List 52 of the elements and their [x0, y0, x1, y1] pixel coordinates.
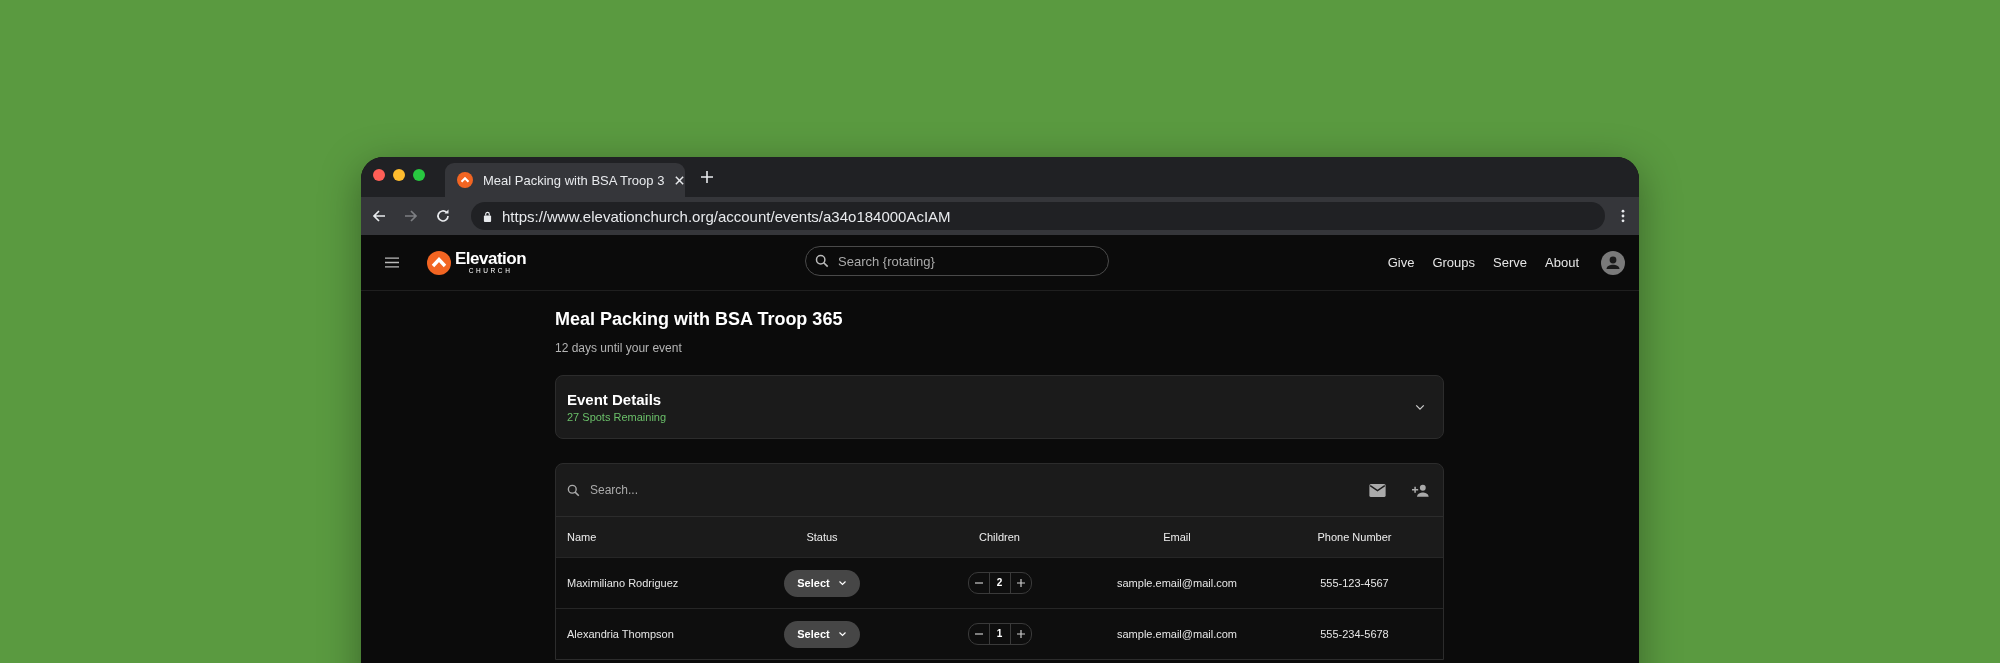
column-header: Phone Number — [1317, 531, 1392, 543]
new-tab-icon[interactable] — [700, 170, 714, 184]
menu-icon[interactable] — [385, 257, 399, 268]
children-count: 1 — [988, 624, 1011, 644]
event-countdown: 12 days until your event — [555, 341, 683, 355]
logo-icon[interactable] — [427, 250, 451, 275]
chevron-down-icon[interactable] — [1415, 403, 1425, 411]
attendee-name: Maximiliano Rodriguez — [566, 577, 679, 589]
phone-cell: 555-234-5678 — [1320, 628, 1389, 640]
tab-title: Meal Packing with BSA Troop 3 — [483, 172, 665, 188]
nav-link[interactable]: Serve — [1493, 255, 1527, 270]
search-icon — [815, 254, 829, 268]
attendee-name: Alexandria Thompson — [566, 628, 674, 640]
maximize-window-icon[interactable] — [413, 169, 425, 181]
column-header: Children — [979, 531, 1020, 543]
children-count: 2 — [988, 573, 1011, 593]
search-icon — [567, 483, 580, 497]
panel-title: Event Details — [567, 391, 663, 408]
forward-arrow-icon[interactable] — [403, 208, 419, 224]
event-details-panel[interactable]: Event Details 27 Spots Remaining — [555, 375, 1444, 439]
column-header: Status — [806, 531, 838, 543]
logo-name[interactable]: Elevation — [455, 250, 527, 268]
browser-tab[interactable]: Meal Packing with BSA Troop 3 — [445, 163, 685, 197]
minimize-window-icon[interactable] — [393, 169, 405, 181]
status-select[interactable]: Select — [784, 569, 860, 597]
address-bar[interactable]: https://www.elevationchurch.org/account/events/a34o184000AcIAM — [471, 202, 1605, 230]
email-cell: sample.email@mail.com — [1117, 628, 1237, 640]
table-search-field[interactable]: Search... — [588, 482, 1343, 498]
chevron-down-icon — [837, 631, 847, 637]
close-window-icon[interactable] — [373, 169, 385, 181]
add-person-icon[interactable] — [1412, 483, 1429, 497]
chevron-down-icon — [837, 580, 847, 586]
more-menu-icon[interactable] — [1621, 209, 1625, 223]
nav-link[interactable]: Give — [1387, 255, 1415, 270]
lock-icon — [483, 210, 492, 222]
spots-remaining: 27 Spots Remaining — [567, 411, 667, 423]
nav-link[interactable]: About — [1545, 255, 1579, 270]
column-header: Email — [1163, 531, 1191, 543]
back-arrow-icon[interactable] — [371, 208, 387, 224]
event-title: Meal Packing with BSA Troop 365 — [555, 309, 844, 330]
column-header: Name — [566, 531, 597, 543]
reload-icon[interactable] — [435, 208, 451, 224]
close-tab-icon[interactable] — [674, 174, 686, 186]
site-logo-icon — [457, 172, 473, 188]
nav-link[interactable]: Groups — [1432, 255, 1476, 270]
phone-cell: 555-123-4567 — [1320, 577, 1389, 589]
account-avatar-icon[interactable] — [1601, 250, 1625, 275]
status-select[interactable]: Select — [784, 620, 860, 648]
url-text: https://www.elevationchurch.org/account/events/a34o184000AcIAM — [502, 207, 951, 225]
email-cell: sample.email@mail.com — [1117, 577, 1237, 589]
site-search-field[interactable]: Search {rotating} — [805, 246, 1109, 276]
mail-icon[interactable] — [1369, 483, 1386, 497]
